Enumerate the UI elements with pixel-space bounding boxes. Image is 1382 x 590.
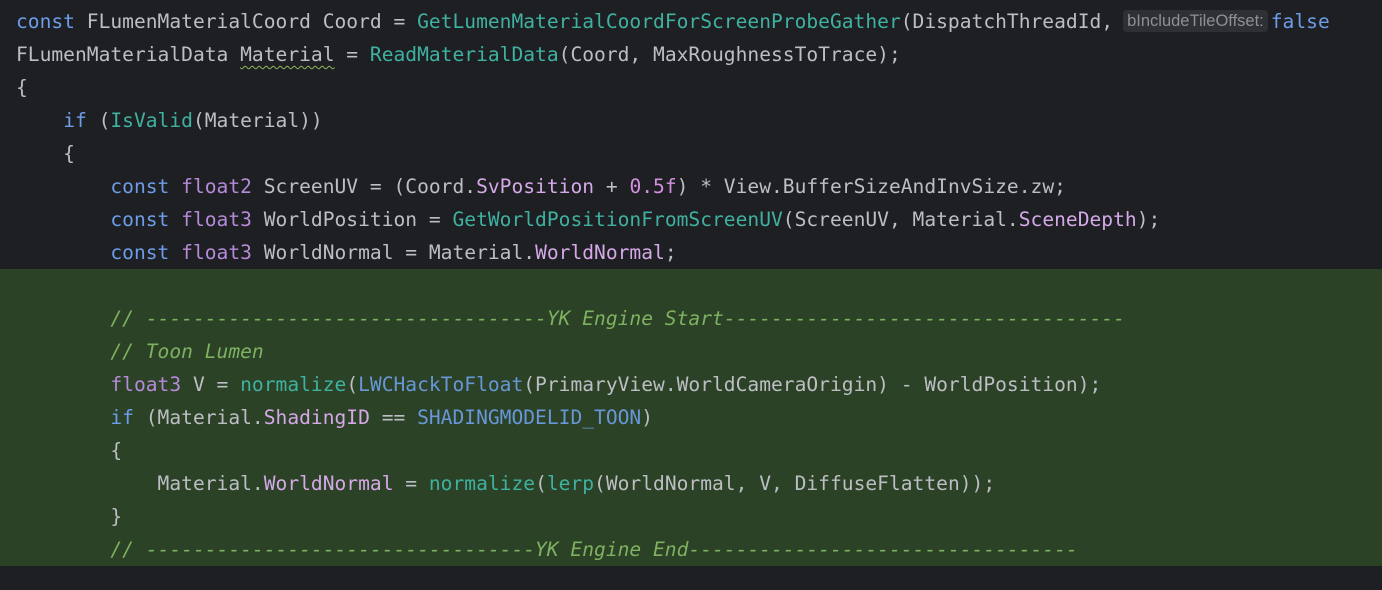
code-token: ReadMaterialData <box>369 43 559 66</box>
code-line[interactable]: // ----------------------------------YK … <box>0 302 1382 335</box>
code-token: { <box>16 76 28 99</box>
code-line[interactable]: const float3 WorldPosition = GetWorldPos… <box>0 203 1382 236</box>
code-token: float3 <box>181 208 252 231</box>
code-token: SvPosition <box>476 175 595 198</box>
code-line[interactable] <box>0 269 1382 302</box>
code-token: GetWorldPositionFromScreenUV <box>452 208 783 231</box>
code-token: == <box>369 406 418 429</box>
code-token: WorldNormal = Material. <box>251 241 536 264</box>
code-token: if <box>63 109 87 132</box>
code-token: = <box>334 43 370 66</box>
code-token: const <box>110 175 170 198</box>
code-token: float3 <box>110 373 182 396</box>
code-line[interactable]: Material.WorldNormal = normalize(lerp(Wo… <box>0 467 1382 500</box>
code-token: ; <box>664 241 677 264</box>
code-token: { <box>16 142 75 165</box>
code-token: (Material. <box>133 406 264 429</box>
code-token: lerp <box>546 472 595 495</box>
code-editor[interactable]: const FLumenMaterialCoord Coord = GetLum… <box>0 0 1382 590</box>
code-line[interactable]: } <box>0 500 1382 533</box>
code-line[interactable]: FLumenMaterialData Material = ReadMateri… <box>0 38 1382 71</box>
code-token: ( <box>86 109 111 132</box>
code-token: } <box>16 505 123 528</box>
code-token: WorldNormal <box>535 241 665 264</box>
code-line[interactable]: const float3 WorldNormal = Material.Worl… <box>0 236 1382 269</box>
code-token: SceneDepth <box>1018 208 1137 231</box>
code-token: // ----------------------------------YK … <box>110 307 1125 330</box>
code-token: (Material)) <box>192 109 323 132</box>
code-token: ) * View.BufferSizeAndInvSize.zw; <box>676 175 1066 198</box>
code-token: ( <box>346 373 359 396</box>
code-token: Material <box>240 43 335 66</box>
parameter-hint: bIncludeTileOffset: <box>1123 10 1268 32</box>
code-token: FLumenMaterialCoord Coord = <box>74 10 418 33</box>
code-line[interactable]: if (IsValid(Material)) <box>0 104 1382 137</box>
code-token: + <box>594 175 630 198</box>
code-token: // ---------------------------------YK E… <box>110 538 1078 561</box>
code-token: // Toon Lumen <box>110 340 264 363</box>
code-token: (DispatchThreadId, <box>900 10 1114 33</box>
code-line[interactable]: // ---------------------------------YK E… <box>0 533 1382 566</box>
code-line[interactable]: if (Material.ShadingID == SHADINGMODELID… <box>0 401 1382 434</box>
code-line[interactable]: const FLumenMaterialCoord Coord = GetLum… <box>0 5 1382 38</box>
code-token: false <box>1270 10 1330 33</box>
code-token: = <box>393 472 429 495</box>
code-token: WorldPosition = <box>251 208 453 231</box>
code-token: SHADINGMODELID_TOON <box>417 406 642 429</box>
code-line[interactable]: { <box>0 71 1382 104</box>
code-line[interactable]: // Toon Lumen <box>0 335 1382 368</box>
code-token: normalize <box>428 472 536 495</box>
code-token: { <box>16 439 123 462</box>
code-token: ( <box>535 472 547 495</box>
code-token: WorldNormal <box>263 472 394 495</box>
code-line[interactable]: { <box>0 137 1382 170</box>
code-token: const <box>16 10 75 33</box>
code-token: (ScreenUV, Material. <box>782 208 1019 231</box>
code-token: ) <box>641 406 654 429</box>
code-token: V = <box>181 373 241 396</box>
code-token: IsValid <box>110 109 193 132</box>
code-token: ShadingID <box>263 406 370 429</box>
code-token: Material. <box>16 472 264 495</box>
code-token: LWCHackToFloat <box>358 373 524 396</box>
code-token: if <box>110 406 134 429</box>
code-token: 0.5f <box>629 175 677 198</box>
code-line[interactable]: const float2 ScreenUV = (Coord.SvPositio… <box>0 170 1382 203</box>
code-line[interactable]: { <box>0 434 1382 467</box>
code-token: ScreenUV = (Coord. <box>251 175 477 198</box>
code-token: (Coord, MaxRoughnessToTrace); <box>558 43 901 66</box>
code-token: normalize <box>240 373 347 396</box>
code-token: float3 <box>181 241 252 264</box>
code-line[interactable]: float3 V = normalize(LWCHackToFloat(Prim… <box>0 368 1382 401</box>
code-token: const <box>110 241 170 264</box>
code-token: (WorldNormal, V, DiffuseFlatten)); <box>594 472 996 495</box>
code-token: ); <box>1136 208 1161 231</box>
code-token: float2 <box>181 175 252 198</box>
code-token: FLumenMaterialData <box>16 43 241 66</box>
code-token: (PrimaryView.WorldCameraOrigin) - WorldP… <box>523 373 1102 396</box>
code-token: GetLumenMaterialCoordForScreenProbeGathe… <box>417 10 901 33</box>
code-token: const <box>110 208 170 231</box>
